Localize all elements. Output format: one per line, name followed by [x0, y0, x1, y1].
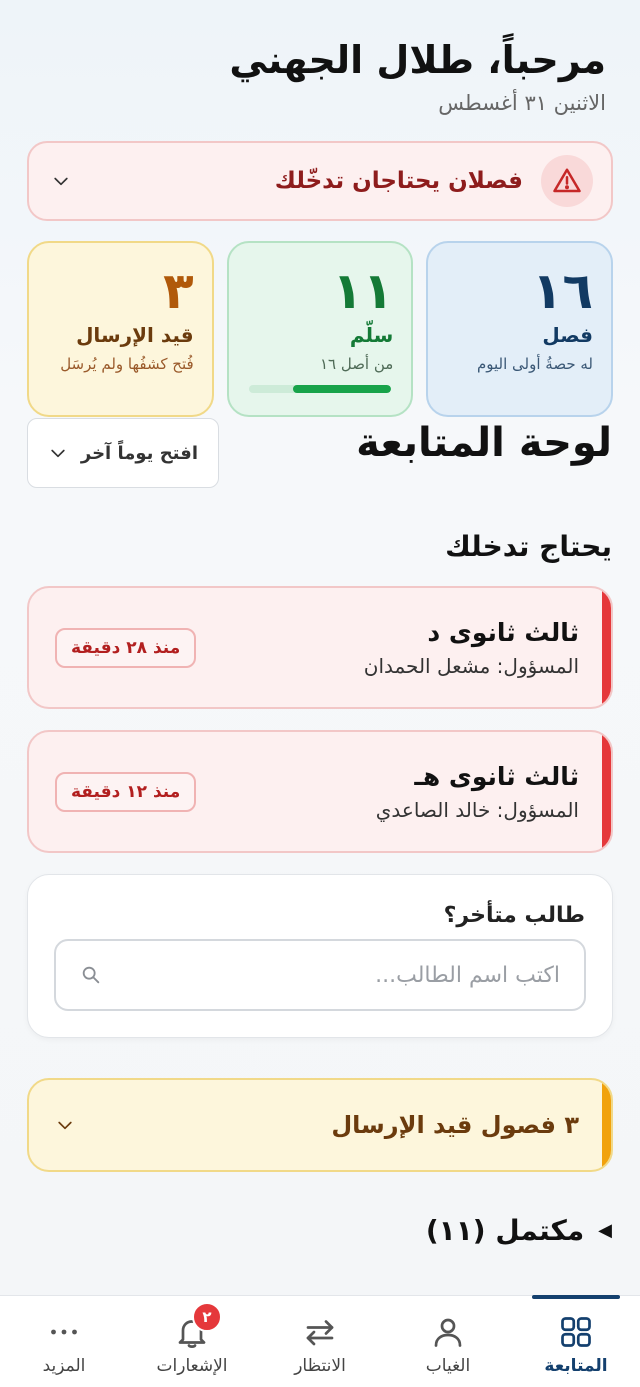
class-name: ثالث ثانوى د [427, 618, 579, 647]
intervention-section-title: يحتاج تدخلك [445, 530, 612, 563]
nav-label: المتابعة [544, 1356, 608, 1376]
bottom-navigation: المتابعة الغياب الانتظار ٢ الإشعارات الم… [0, 1295, 640, 1387]
nav-item-waiting[interactable]: الانتظار [256, 1296, 384, 1387]
grid-icon [561, 1317, 591, 1347]
stats-row: ١٦ فصل له حصةُ أولى اليوم ١١ سلّم من أصل… [26, 241, 613, 417]
submitted-progress-bar [248, 385, 392, 393]
greeting-title: مرحباً، طلال الجهني [229, 38, 606, 82]
nav-label: الإشعارات [156, 1356, 228, 1376]
stat-label: سلّم [349, 323, 394, 347]
responsible-person: المسؤول: خالد الصاعدي [375, 798, 579, 822]
intervention-item[interactable]: ثالث ثانوى د المسؤول: مشعل الحمدان منذ ٢… [27, 586, 613, 709]
progress-fill [292, 385, 392, 393]
stat-value: ١٦ [531, 262, 593, 320]
stat-card-submitted[interactable]: ١١ سلّم من أصل ١٦ [226, 241, 414, 417]
more-dots-icon [51, 1329, 77, 1335]
app-screen: مرحباً، طلال الجهني الاثنين ٣١ أغسطس فصل… [0, 0, 640, 1387]
student-name-input[interactable] [116, 962, 560, 988]
intervention-item[interactable]: ثالث ثانوى هـ المسؤول: خالد الصاعدي منذ … [27, 730, 613, 853]
pending-classes-title: ٣ فصول قيد الإرسال [331, 1111, 579, 1139]
responsible-person: المسؤول: مشعل الحمدان [363, 654, 579, 678]
nav-label: الانتظار [294, 1356, 346, 1376]
stat-label: قيد الإرسال [76, 323, 194, 347]
stat-card-pending[interactable]: ٣ قيد الإرسال فُتح كشفُها ولم يُرسَل [26, 241, 214, 417]
warning-triangle-icon [541, 155, 593, 207]
pending-classes-section[interactable]: ٣ فصول قيد الإرسال [27, 1078, 613, 1172]
stat-label: فصل [542, 323, 593, 347]
nav-label: الغياب [425, 1356, 471, 1376]
nav-item-more[interactable]: المزيد [0, 1296, 128, 1387]
intervention-alert-banner[interactable]: فصلان يحتاجان تدخّلك [27, 141, 613, 221]
late-student-search[interactable] [54, 939, 586, 1011]
stat-card-classes[interactable]: ١٦ فصل له حصةُ أولى اليوم [426, 241, 613, 417]
stat-value: ١١ [332, 262, 394, 320]
nav-label: المزيد [42, 1356, 86, 1376]
nav-item-followup[interactable]: المتابعة [512, 1295, 640, 1387]
late-student-card: طالب متأخر؟ [27, 874, 613, 1038]
chevron-down-icon [54, 177, 68, 186]
nav-item-notifications[interactable]: ٢ الإشعارات [128, 1296, 256, 1387]
stat-subtext: فُتح كشفُها ولم يُرسَل [60, 355, 194, 373]
swap-arrows-icon [306, 1320, 334, 1346]
completed-title: مكتمل (١١) [425, 1214, 585, 1247]
triangle-left-icon: ◀ [598, 1220, 612, 1241]
chevron-down-icon [58, 1121, 72, 1130]
stat-value: ٣ [163, 262, 194, 320]
dashboard-title: لوحة المتابعة [356, 420, 612, 466]
stat-subtext: من أصل ١٦ [319, 355, 394, 373]
class-name: ثالث ثانوى هـ [414, 762, 579, 791]
search-icon [82, 966, 100, 984]
stat-subtext: له حصةُ أولى اليوم [476, 355, 593, 373]
open-other-day-label: افتح يوماً آخر [80, 442, 198, 464]
completed-section-toggle[interactable]: ◀ مكتمل (١١) [426, 1214, 612, 1247]
elapsed-time-badge: منذ ٢٨ دقيقة [55, 628, 197, 668]
chevron-down-icon [51, 449, 65, 458]
nav-item-absence[interactable]: الغياب [384, 1296, 512, 1387]
late-student-title: طالب متأخر؟ [443, 903, 585, 928]
alert-text: فصلان يحتاجان تدخّلك [274, 168, 523, 194]
notification-count-badge: ٢ [192, 1302, 222, 1332]
elapsed-time-badge: منذ ١٢ دقيقة [55, 772, 197, 812]
current-date: الاثنين ٣١ أغسطس [438, 91, 606, 115]
person-icon [434, 1318, 462, 1347]
open-other-day-button[interactable]: افتح يوماً آخر [27, 418, 219, 488]
